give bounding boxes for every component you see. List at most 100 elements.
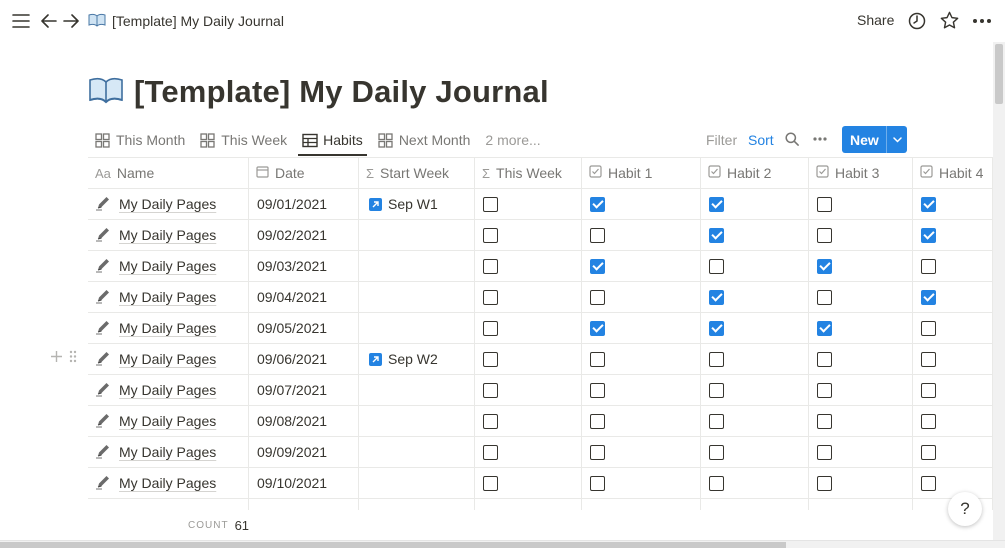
breadcrumb[interactable]: [Template] My Daily Journal [88,11,284,31]
search-icon[interactable] [783,130,801,148]
checkbox-unchecked[interactable] [590,413,605,429]
checkbox-unchecked[interactable] [483,289,498,305]
open-book-icon[interactable] [88,76,124,109]
checkbox-cell[interactable] [701,313,809,343]
start-week-cell[interactable]: Sep W2 [359,344,475,374]
checkbox-unchecked[interactable] [817,289,832,305]
checkbox-cell[interactable] [475,313,582,343]
checkbox-cell[interactable] [475,406,582,436]
checkbox-unchecked[interactable] [817,351,832,367]
page-name[interactable]: My Daily Pages [119,258,216,274]
column-header[interactable]: Habit 4 [913,158,993,188]
start-week-cell[interactable] [359,282,475,312]
checkbox-unchecked[interactable] [709,258,724,274]
checkbox-unchecked[interactable] [709,382,724,398]
more-options-icon[interactable] [810,130,830,148]
date-cell[interactable]: 09/04/2021 [249,282,359,312]
column-header[interactable]: Σ This Week [475,158,582,188]
checkbox-unchecked[interactable] [483,475,498,491]
date-cell[interactable]: 09/08/2021 [249,406,359,436]
checkbox-checked[interactable] [817,258,832,274]
more-options-icon[interactable] [970,10,994,32]
table-row[interactable]: My Daily Pages 09/03/2021 [88,251,993,282]
week-link[interactable]: Sep W1 [369,196,438,212]
checkbox-cell[interactable] [701,468,809,498]
filter-button[interactable]: Filter [706,124,737,156]
checkbox-cell[interactable] [913,220,993,250]
checkbox-unchecked[interactable] [921,475,936,491]
checkbox-cell[interactable] [809,437,913,467]
forward-arrow-icon[interactable] [60,10,82,32]
date-cell[interactable]: 09/07/2021 [249,375,359,405]
checkbox-cell[interactable] [809,220,913,250]
date-cell[interactable]: 09/09/2021 [249,437,359,467]
column-header[interactable]: Date [249,158,359,188]
start-week-cell[interactable] [359,468,475,498]
checkbox-unchecked[interactable] [817,475,832,491]
name-cell[interactable]: My Daily Pages [88,406,249,436]
tab-this-month[interactable]: This Month [95,124,185,156]
checkbox-unchecked[interactable] [921,258,936,274]
checkbox-unchecked[interactable] [483,258,498,274]
name-cell[interactable]: My Daily Pages [88,282,249,312]
checkbox-cell[interactable] [701,282,809,312]
checkbox-cell[interactable] [475,282,582,312]
checkbox-cell[interactable] [582,437,701,467]
start-week-cell[interactable] [359,375,475,405]
checkbox-unchecked[interactable] [921,444,936,460]
checkbox-cell[interactable] [809,344,913,374]
checkbox-cell[interactable] [809,468,913,498]
column-header[interactable]: Σ Start Week [359,158,475,188]
checkbox-cell[interactable] [475,437,582,467]
checkbox-unchecked[interactable] [921,320,936,336]
checkbox-cell[interactable] [701,406,809,436]
scroll-thumb[interactable] [995,44,1003,104]
favorite-star-icon[interactable] [938,9,960,31]
date-cell[interactable]: 09/06/2021 [249,344,359,374]
table-row[interactable]: My Daily Pages 09/10/2021 [88,468,993,499]
checkbox-cell[interactable] [701,251,809,281]
page-name[interactable]: My Daily Pages [119,351,216,367]
checkbox-unchecked[interactable] [709,475,724,491]
share-button[interactable]: Share [857,12,894,28]
chevron-down-icon[interactable] [887,136,907,143]
checkbox-cell[interactable] [809,251,913,281]
checkbox-cell[interactable] [701,344,809,374]
checkbox-cell[interactable] [913,282,993,312]
checkbox-cell[interactable] [582,189,701,219]
checkbox-unchecked[interactable] [590,227,605,243]
checkbox-cell[interactable] [475,344,582,374]
checkbox-unchecked[interactable] [709,444,724,460]
checkbox-unchecked[interactable] [483,227,498,243]
checkbox-cell[interactable] [582,375,701,405]
checkbox-checked[interactable] [709,289,724,305]
name-cell[interactable]: My Daily Pages [88,375,249,405]
column-header[interactable]: Habit 3 [809,158,913,188]
checkbox-cell[interactable] [913,468,993,498]
checkbox-unchecked[interactable] [483,413,498,429]
checkbox-checked[interactable] [590,258,605,274]
tab-habits[interactable]: Habits [298,124,367,156]
checkbox-cell[interactable] [913,406,993,436]
horizontal-scrollbar[interactable] [0,540,1005,548]
page-name[interactable]: My Daily Pages [119,289,216,305]
column-header[interactable]: Aa Name [88,158,249,188]
date-cell[interactable]: 09/02/2021 [249,220,359,250]
name-cell[interactable]: My Daily Pages [88,220,249,250]
checkbox-unchecked[interactable] [709,413,724,429]
week-link[interactable]: Sep W2 [369,351,438,367]
checkbox-cell[interactable] [809,282,913,312]
checkbox-cell[interactable] [913,344,993,374]
date-cell[interactable]: 09/05/2021 [249,313,359,343]
checkbox-unchecked[interactable] [817,444,832,460]
checkbox-checked[interactable] [921,289,936,305]
column-header[interactable]: Habit 2 [701,158,809,188]
date-cell[interactable]: 09/10/2021 [249,468,359,498]
checkbox-cell[interactable] [913,189,993,219]
checkbox-unchecked[interactable] [483,382,498,398]
checkbox-cell[interactable] [701,189,809,219]
page-title[interactable]: [Template] My Daily Journal [134,74,549,110]
table-row[interactable]: My Daily Pages 09/09/2021 [88,437,993,468]
page-name[interactable]: My Daily Pages [119,227,216,243]
checkbox-unchecked[interactable] [590,475,605,491]
